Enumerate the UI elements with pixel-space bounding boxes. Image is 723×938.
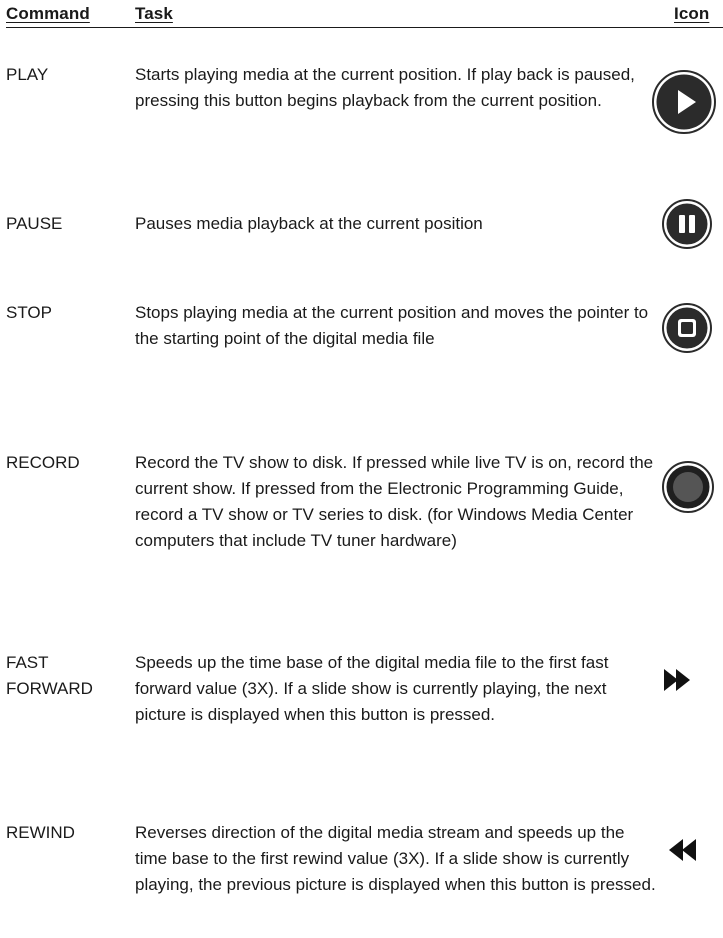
command-fast-forward: FAST FORWARD bbox=[6, 650, 131, 702]
command-pause: PAUSE bbox=[6, 211, 131, 237]
column-header-command: Command bbox=[6, 4, 90, 23]
command-line: FORWARD bbox=[6, 679, 93, 698]
header-rule bbox=[6, 27, 723, 28]
task-play: Starts playing media at the current posi… bbox=[135, 65, 635, 110]
command-line: PLAY bbox=[6, 65, 49, 84]
command-record: RECORD bbox=[6, 450, 131, 476]
task-stop: Stops playing media at the current posit… bbox=[135, 303, 649, 348]
pause-icon bbox=[661, 198, 713, 250]
fast-forward-icon bbox=[664, 668, 692, 692]
command-line: FAST bbox=[6, 653, 49, 672]
task-rewind: Reverses direction of the digital media … bbox=[135, 823, 656, 894]
command-line: PAUSE bbox=[6, 214, 63, 233]
play-icon bbox=[651, 69, 717, 135]
command-stop: STOP bbox=[6, 300, 131, 326]
column-header-task: Task bbox=[135, 4, 173, 23]
task-pause: Pauses media playback at the current pos… bbox=[135, 214, 483, 233]
command-rewind: REWIND bbox=[6, 820, 131, 846]
remote-commands-page: Command Task Icon PLAY Starts playing me… bbox=[0, 0, 723, 938]
stop-icon bbox=[661, 302, 713, 354]
task-fast-forward: Speeds up the time base of the digital m… bbox=[135, 653, 609, 724]
record-icon bbox=[661, 460, 715, 514]
command-play: PLAY bbox=[6, 62, 131, 88]
task-record: Record the TV show to disk. If pressed w… bbox=[135, 453, 654, 550]
command-line: RECORD bbox=[6, 453, 80, 472]
command-line: STOP bbox=[6, 303, 52, 322]
column-header-icon: Icon bbox=[674, 4, 710, 23]
command-line: REWIND bbox=[6, 823, 75, 842]
rewind-icon bbox=[669, 838, 697, 862]
